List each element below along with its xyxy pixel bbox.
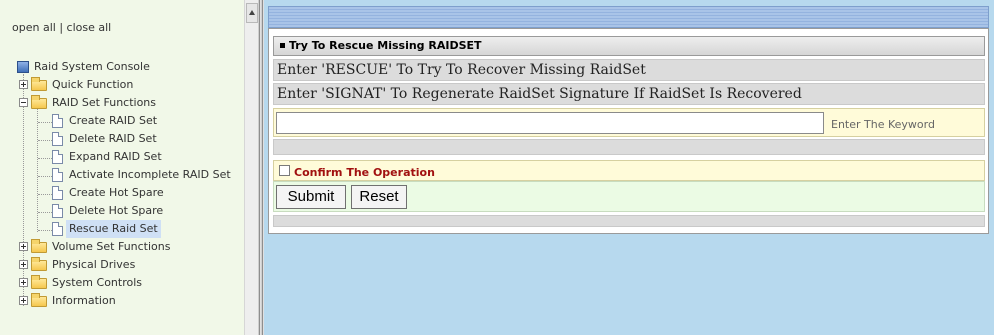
- tree-item-delete-raid-set[interactable]: Delete RAID Set: [52, 130, 160, 148]
- tree-item-activate-incomplete-raid-set[interactable]: Activate Incomplete RAID Set: [52, 166, 234, 184]
- confirm-checkbox[interactable]: [279, 164, 290, 176]
- panel-header: Try To Rescue Missing RAIDSET: [273, 36, 985, 56]
- folder-open-icon: [31, 95, 47, 109]
- folder-icon: [31, 275, 47, 289]
- bullet-square-icon: [280, 42, 285, 48]
- tree-root[interactable]: Raid System Console: [17, 58, 153, 76]
- close-all-link[interactable]: close all: [67, 21, 112, 34]
- tree-item-expand-raid-set[interactable]: Expand RAID Set: [52, 148, 165, 166]
- link-separator: |: [59, 21, 64, 34]
- panel-title: Try To Rescue Missing RAIDSET: [289, 39, 482, 52]
- content-frame: Try To Rescue Missing RAIDSET Enter 'RES…: [264, 0, 994, 335]
- tree-item-system-controls[interactable]: System Controls: [19, 274, 145, 292]
- tree-item-rescue-raid-set[interactable]: Rescue Raid Set: [52, 220, 161, 238]
- page-icon: [52, 132, 63, 146]
- collapse-minus-icon[interactable]: [19, 98, 28, 107]
- page-icon: [52, 168, 63, 182]
- page-icon: [52, 114, 63, 128]
- expand-plus-icon[interactable]: [19, 278, 28, 287]
- tree-branch-line: [38, 230, 52, 231]
- navigation-scrollbar[interactable]: [244, 0, 258, 335]
- tree-item-volume-set-functions[interactable]: Volume Set Functions: [19, 238, 174, 256]
- keyword-input[interactable]: [276, 112, 824, 134]
- tree-branch-line: [38, 158, 52, 159]
- page-icon: [52, 150, 63, 164]
- tree-item-delete-hot-spare[interactable]: Delete Hot Spare: [52, 202, 166, 220]
- tree-branch-line: [38, 122, 52, 123]
- expand-plus-icon[interactable]: [19, 296, 28, 305]
- top-banner: [268, 6, 989, 28]
- instruction-signat: Enter 'SIGNAT' To Regenerate RaidSet Sig…: [273, 83, 985, 105]
- open-close-links: open all | close all: [12, 21, 111, 34]
- reset-button[interactable]: Reset: [351, 185, 407, 209]
- tree-item-raid-set-functions[interactable]: RAID Set Functions: [19, 94, 159, 112]
- submit-button[interactable]: Submit: [276, 185, 346, 209]
- page-icon: [52, 222, 63, 236]
- keyword-row: Enter The Keyword: [273, 108, 985, 137]
- open-all-link[interactable]: open all: [12, 21, 56, 34]
- expand-plus-icon[interactable]: [19, 260, 28, 269]
- computer-icon: [17, 61, 29, 73]
- folder-icon: [31, 257, 47, 271]
- navigation-frame: open all | close all Raid System Console…: [0, 0, 258, 335]
- folder-icon: [31, 77, 47, 91]
- folder-icon: [31, 293, 47, 307]
- page-icon: [52, 204, 63, 218]
- expand-plus-icon[interactable]: [19, 80, 28, 89]
- tree-branch-line: [38, 176, 52, 177]
- expand-plus-icon[interactable]: [19, 242, 28, 251]
- instruction-rescue: Enter 'RESCUE' To Try To Recover Missing…: [273, 59, 985, 81]
- button-row: Submit Reset: [273, 181, 985, 212]
- confirm-label[interactable]: Confirm The Operation: [294, 166, 435, 179]
- spacer-row: [273, 139, 985, 155]
- tree-branch-line: [38, 212, 52, 213]
- folder-icon: [31, 239, 47, 253]
- page-icon: [52, 186, 63, 200]
- tree-item-information[interactable]: Information: [19, 292, 119, 310]
- footer-row: [273, 215, 985, 227]
- scroll-up-arrow-icon[interactable]: [246, 3, 258, 23]
- keyword-hint: Enter The Keyword: [831, 118, 935, 131]
- tree-item-physical-drives[interactable]: Physical Drives: [19, 256, 138, 274]
- rescue-raidset-panel: Try To Rescue Missing RAIDSET Enter 'RES…: [268, 28, 989, 234]
- confirm-row: Confirm The Operation: [273, 160, 985, 181]
- tree-item-create-raid-set[interactable]: Create RAID Set: [52, 112, 160, 130]
- tree-branch-line: [38, 194, 52, 195]
- tree-item-create-hot-spare[interactable]: Create Hot Spare: [52, 184, 167, 202]
- tree-item-quick-function[interactable]: Quick Function: [19, 76, 136, 94]
- tree-branch-line: [38, 140, 52, 141]
